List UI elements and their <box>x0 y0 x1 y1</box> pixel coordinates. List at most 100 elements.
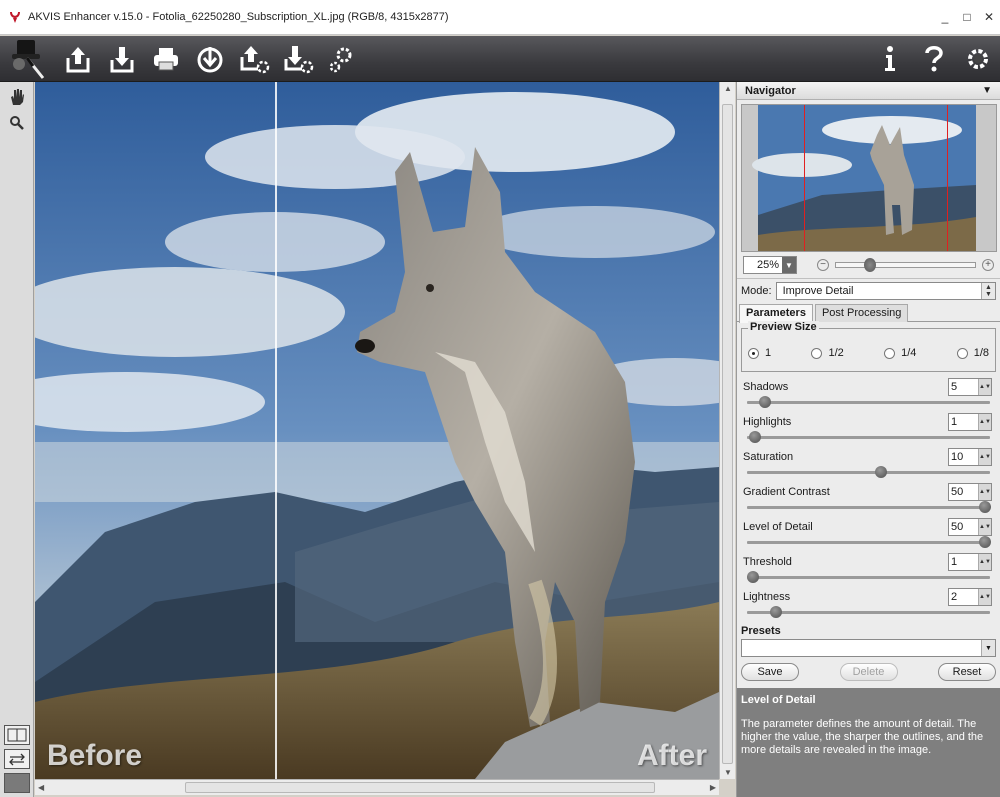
save-preset-button[interactable]: Save <box>741 663 799 681</box>
help-icon[interactable] <box>912 37 956 81</box>
param-spinbox[interactable]: 5 ▲▼ <box>948 378 992 396</box>
param-value: 50 <box>951 521 964 533</box>
param-slider-thumb[interactable] <box>979 536 991 548</box>
spin-arrows-icon[interactable]: ▲▼ <box>978 554 991 570</box>
preview-size-label: 1/8 <box>973 347 989 359</box>
share-icon[interactable] <box>188 37 232 81</box>
batch-settings-icon[interactable] <box>320 37 364 81</box>
radio-circle-icon[interactable] <box>884 347 896 359</box>
maximize-button[interactable]: □ <box>956 10 978 24</box>
param-slider-track[interactable] <box>747 471 990 474</box>
tab-post-processing[interactable]: Post Processing <box>814 304 909 322</box>
radio-circle-icon[interactable] <box>811 347 823 359</box>
param-spinbox[interactable]: 1 ▲▼ <box>948 413 992 431</box>
mode-row: Mode: Improve Detail ▲ ▼ <box>737 278 1000 302</box>
logo-icon[interactable] <box>0 37 56 81</box>
mode-value: Improve Detail <box>782 284 854 297</box>
zoom-tool-icon[interactable] <box>4 112 30 134</box>
param-slider-track[interactable] <box>747 541 990 544</box>
param-slider-thumb[interactable] <box>874 466 887 478</box>
zoom-dropdown-icon[interactable]: ▼ <box>782 257 796 273</box>
zoom-value: 25% <box>756 259 779 271</box>
collapse-arrow-icon[interactable]: ▼ <box>982 85 992 96</box>
param-slider-track[interactable] <box>747 401 990 404</box>
scroll-up-icon[interactable]: ▲ <box>724 84 732 93</box>
split-divider[interactable] <box>275 82 277 779</box>
param-slider-thumb[interactable] <box>770 606 783 618</box>
param-shadows: Shadows 5 ▲▼ <box>741 376 996 411</box>
vertical-scrollbar[interactable]: ▲ ▼ <box>719 82 735 779</box>
radio-circle-icon[interactable] <box>748 347 759 359</box>
horizontal-scroll-thumb[interactable] <box>185 782 655 793</box>
zoom-in-icon[interactable]: + <box>982 259 994 271</box>
hand-tool-icon[interactable] <box>4 86 30 108</box>
open-icon[interactable] <box>56 37 100 81</box>
param-value: 50 <box>951 486 964 498</box>
preview-size-radio[interactable]: 1 <box>748 347 771 359</box>
after-label: After <box>636 739 707 772</box>
preview-size-label: 1 <box>765 347 772 359</box>
print-icon[interactable] <box>144 37 188 81</box>
radio-circle-icon[interactable] <box>956 347 968 359</box>
param-label: Threshold <box>743 556 792 568</box>
spin-arrows-icon[interactable]: ▲▼ <box>978 414 991 430</box>
param-gradient-contrast: Gradient Contrast 50 ▲▼ <box>741 481 996 516</box>
param-value: 10 <box>951 451 964 463</box>
swap-view-icon[interactable] <box>4 749 30 769</box>
mode-dropdown-icon[interactable]: ▲ ▼ <box>981 282 995 299</box>
param-spinbox[interactable]: 50 ▲▼ <box>948 518 992 536</box>
navigator-header[interactable]: Navigator ▼ <box>737 82 1000 100</box>
horizontal-scrollbar[interactable]: ◀ ▶ <box>35 779 719 795</box>
vertical-scroll-thumb[interactable] <box>722 104 733 764</box>
param-lightness: Lightness 2 ▲▼ <box>741 586 996 621</box>
param-spinbox[interactable]: 50 ▲▼ <box>948 483 992 501</box>
spin-arrows-icon[interactable]: ▲▼ <box>978 379 991 395</box>
settings-icon[interactable] <box>956 37 1000 81</box>
param-slider-thumb[interactable] <box>749 431 762 443</box>
minimize-button[interactable]: _ <box>934 10 956 24</box>
param-slider-thumb[interactable] <box>979 501 991 513</box>
split-view-icon[interactable] <box>4 725 30 745</box>
presets-select[interactable]: ▼ <box>741 639 996 657</box>
image-canvas[interactable]: Before After <box>35 82 719 779</box>
presets-dropdown-icon[interactable]: ▼ <box>981 640 995 656</box>
param-slider-track[interactable] <box>747 576 990 579</box>
param-slider-track[interactable] <box>747 436 990 439</box>
param-slider-track[interactable] <box>747 506 990 509</box>
info-icon[interactable] <box>868 37 912 81</box>
delete-preset-button[interactable]: Delete <box>839 663 898 681</box>
zoom-slider[interactable] <box>835 258 976 272</box>
batch-open-icon[interactable] <box>232 37 276 81</box>
spin-arrows-icon[interactable]: ▲▼ <box>978 449 991 465</box>
spin-arrows-icon[interactable]: ▲▼ <box>978 519 991 535</box>
scroll-right-icon[interactable]: ▶ <box>710 783 716 792</box>
param-highlights: Highlights 1 ▲▼ <box>741 411 996 446</box>
param-value: 5 <box>951 381 958 393</box>
param-value: 1 <box>951 416 958 428</box>
help-panel: Level of Detail The parameter defines th… <box>737 688 1000 797</box>
zoom-combobox[interactable]: 25% ▼ <box>743 256 797 274</box>
scroll-left-icon[interactable]: ◀ <box>38 783 44 792</box>
close-button[interactable]: ✕ <box>978 10 1000 24</box>
param-spinbox[interactable]: 10 ▲▼ <box>948 448 992 466</box>
param-spinbox[interactable]: 1 ▲▼ <box>948 553 992 571</box>
zoom-out-icon[interactable]: − <box>817 259 829 271</box>
preview-size-radio[interactable]: 1/4 <box>884 347 916 359</box>
navigator-preview[interactable] <box>741 104 997 252</box>
mode-select[interactable]: Improve Detail ▲ ▼ <box>775 281 996 300</box>
preview-size-radio[interactable]: 1/8 <box>956 347 989 359</box>
param-slider-track[interactable] <box>747 611 990 614</box>
zoom-slider-thumb[interactable] <box>864 258 876 272</box>
save-icon[interactable] <box>100 37 144 81</box>
param-slider-thumb[interactable] <box>758 396 771 408</box>
spin-arrows-icon[interactable]: ▲▼ <box>978 589 991 605</box>
param-slider-thumb[interactable] <box>747 571 759 583</box>
batch-save-icon[interactable] <box>276 37 320 81</box>
spin-arrows-icon[interactable]: ▲▼ <box>978 484 991 500</box>
reset-button[interactable]: Reset <box>938 663 996 681</box>
bg-color-icon[interactable] <box>4 773 30 793</box>
preview-size-options: 1 1/2 1/4 1/8 <box>748 347 989 359</box>
preview-size-radio[interactable]: 1/2 <box>811 347 844 359</box>
param-spinbox[interactable]: 2 ▲▼ <box>948 588 992 606</box>
scroll-down-icon[interactable]: ▼ <box>724 768 732 777</box>
